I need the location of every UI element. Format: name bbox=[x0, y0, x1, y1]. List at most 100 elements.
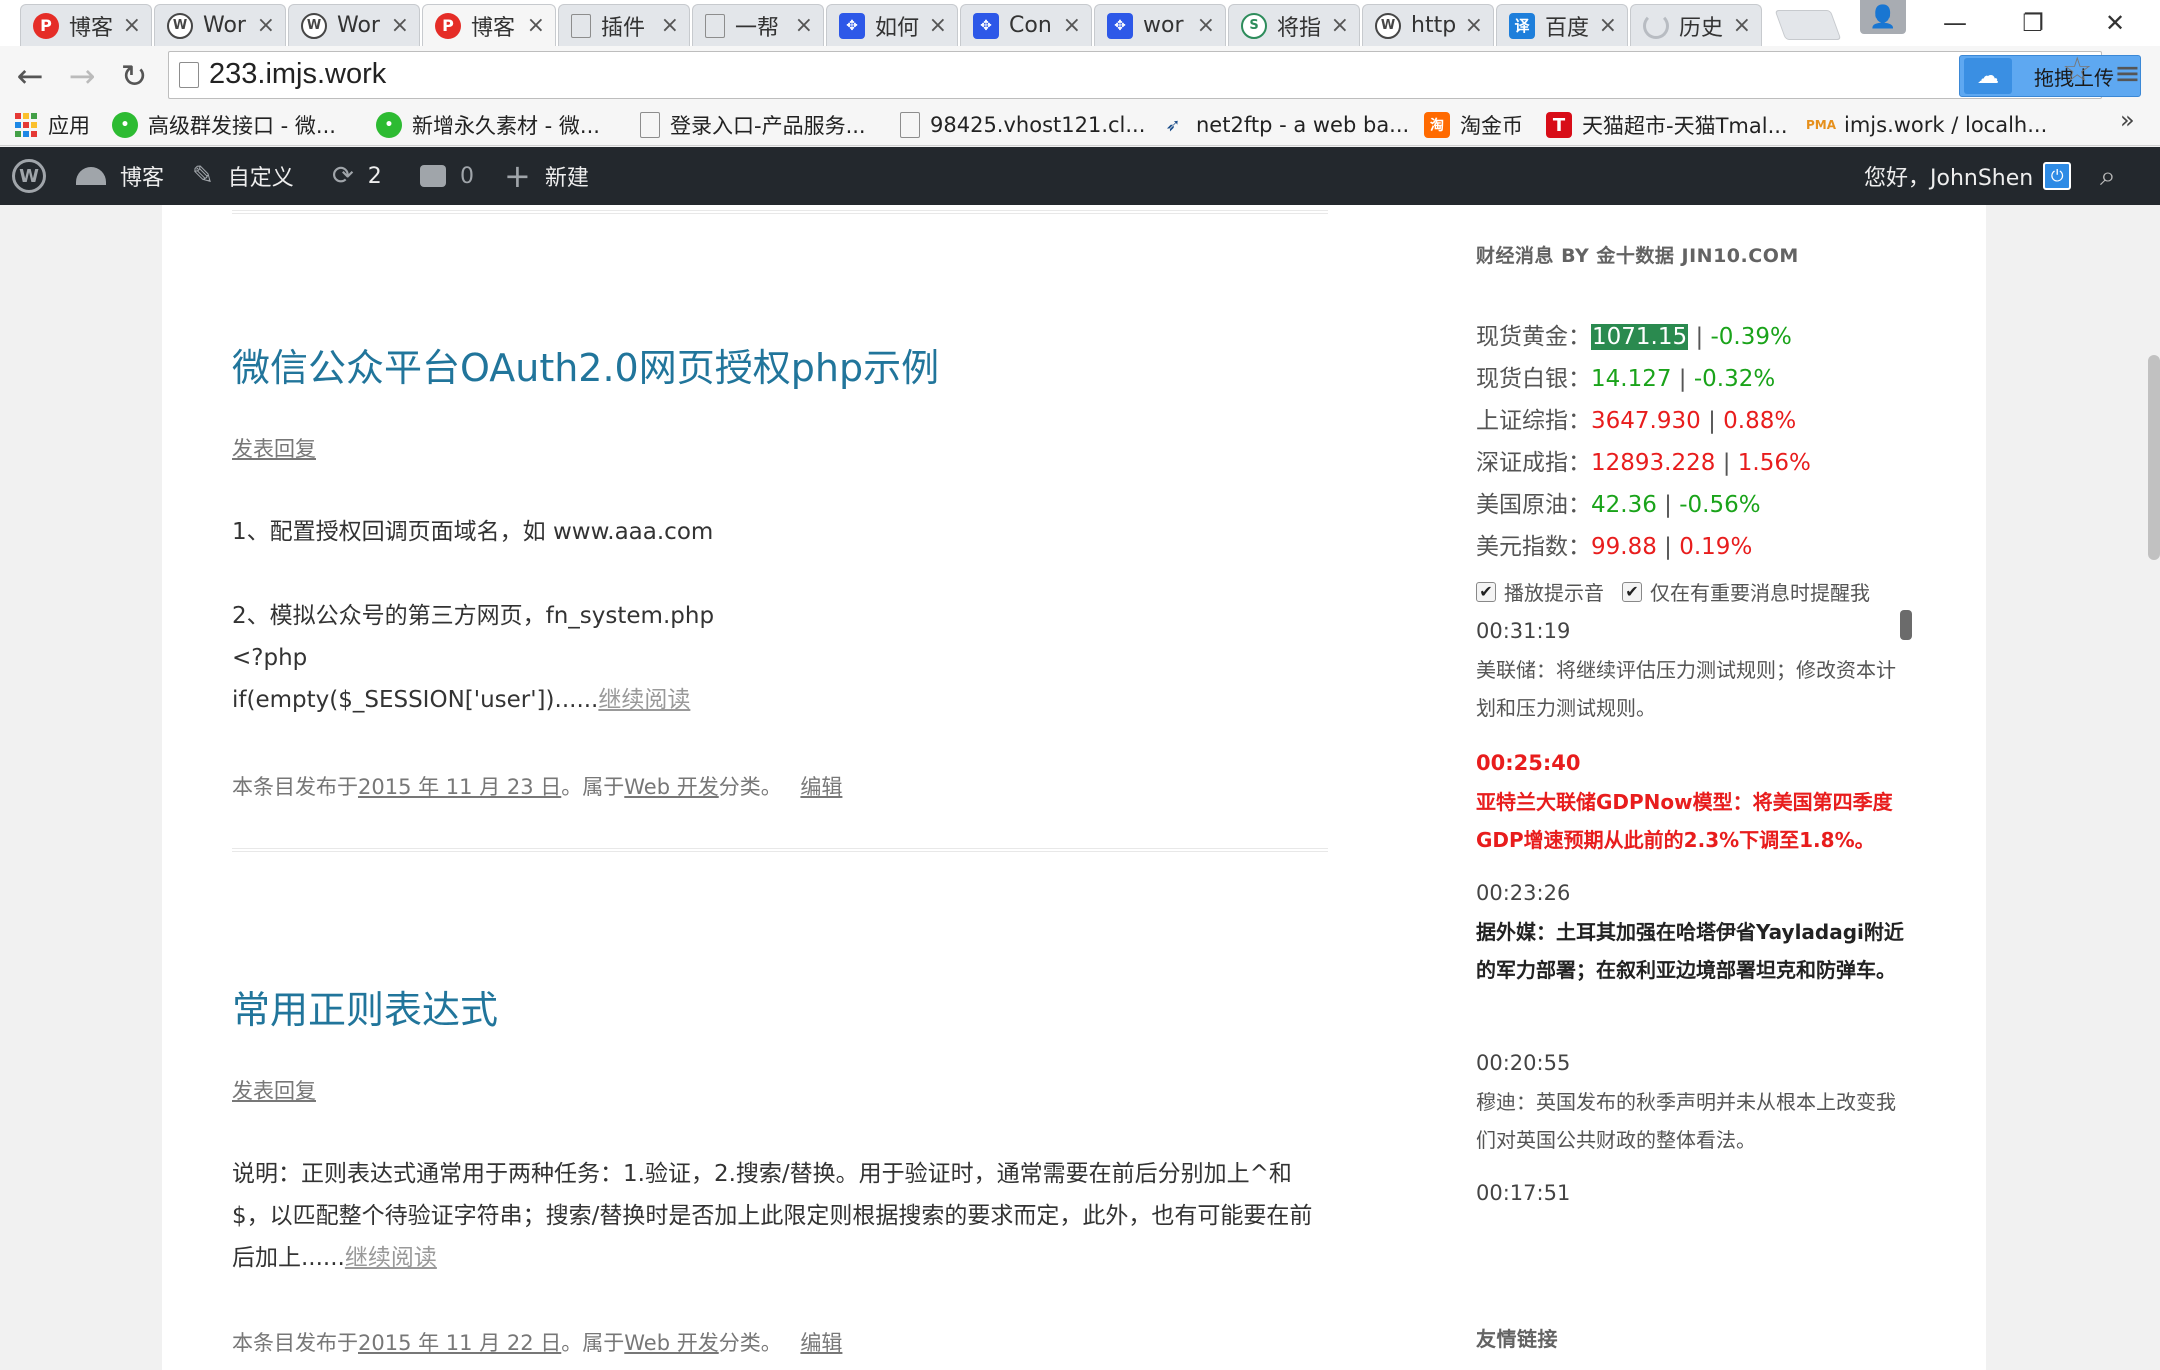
wp-logo-button[interactable]: W bbox=[12, 147, 46, 205]
close-tab-icon[interactable]: × bbox=[1593, 13, 1617, 38]
category-link[interactable]: Web 开发 bbox=[624, 1331, 718, 1355]
browser-tab[interactable]: 译 百度 × bbox=[1496, 4, 1628, 46]
divider bbox=[232, 210, 1328, 214]
profile-icon[interactable]: 👤 bbox=[1860, 0, 1906, 34]
reload-icon[interactable]: ↻ bbox=[112, 54, 156, 98]
browser-tab[interactable]: ✥ Con × bbox=[960, 4, 1092, 46]
tab-title: 博客 bbox=[69, 15, 114, 41]
edit-link[interactable]: 编辑 bbox=[800, 1331, 842, 1355]
quote-label: 现货黄金： bbox=[1476, 324, 1591, 350]
bookmark-item[interactable]: 淘 淘金币 bbox=[1424, 108, 1523, 142]
quote-label: 现货白银： bbox=[1476, 366, 1591, 392]
address-bar[interactable]: 233.imjs.work ☁ 拖拽上传 bbox=[168, 51, 2141, 99]
browser-tab[interactable]: P 博客 × bbox=[20, 4, 152, 46]
edit-link[interactable]: 编辑 bbox=[800, 775, 842, 799]
page-scrollbar[interactable] bbox=[2146, 205, 2160, 1370]
browser-tab[interactable]: 历史 × bbox=[1630, 4, 1762, 46]
close-tab-icon[interactable]: × bbox=[117, 13, 141, 38]
bookmark-item[interactable]: PMA imjs.work / localh... bbox=[1806, 108, 2047, 142]
bookmarks-overflow-icon[interactable]: » bbox=[2120, 106, 2135, 134]
admin-site-link[interactable]: 博客 bbox=[76, 147, 164, 205]
menu-icon[interactable]: ≡ bbox=[2114, 54, 2141, 92]
admin-account-link[interactable]: 您好，JohnShen ⏻ bbox=[1864, 147, 2072, 205]
admin-customize-link[interactable]: ✎ 自定义 bbox=[192, 147, 294, 205]
minimize-button[interactable]: — bbox=[1920, 0, 1990, 46]
pocket-icon: P bbox=[435, 12, 461, 39]
post-title-link[interactable]: 微信公众平台OAuth2.0网页授权php示例 bbox=[232, 337, 939, 392]
browser-tab[interactable]: W Wor × bbox=[154, 4, 286, 46]
post-date-link[interactable]: 2015 年 11 月 23 日 bbox=[358, 775, 561, 799]
tab-title: 博客 bbox=[471, 15, 516, 41]
updates-count: 2 bbox=[367, 163, 382, 189]
browser-tab[interactable]: S 将指 × bbox=[1228, 4, 1360, 46]
post-date-link[interactable]: 2015 年 11 月 22 日 bbox=[358, 1331, 561, 1355]
url-text[interactable]: 233.imjs.work bbox=[209, 58, 386, 91]
quote-value: 1071.15 bbox=[1591, 324, 1689, 350]
news-text: 据外媒：土耳其加强在哈塔伊省Yayladagi附近的军力部署；在叙利亚边境部署坦… bbox=[1476, 920, 1904, 982]
bookmark-item[interactable]: ➶ net2ftp - a web ba... bbox=[1160, 108, 1409, 142]
close-tab-icon[interactable]: × bbox=[1459, 13, 1483, 38]
bookmark-item[interactable]: • 高级群发接口 - 微... bbox=[112, 108, 336, 142]
news-scrollbar-thumb[interactable] bbox=[1900, 610, 1912, 640]
page-icon bbox=[640, 112, 660, 138]
admin-comments-link[interactable]: 0 bbox=[420, 147, 474, 205]
browser-tab[interactable]: 一帮 × bbox=[692, 4, 824, 46]
reply-link[interactable]: 发表回复 bbox=[232, 433, 316, 463]
greeting-text: 您好，JohnShen bbox=[1864, 166, 2034, 191]
close-tab-icon[interactable]: × bbox=[1191, 13, 1215, 38]
admin-new-link[interactable]: + 新建 bbox=[504, 147, 589, 205]
read-more-link[interactable]: 继续阅读 bbox=[345, 1245, 437, 1271]
restore-button[interactable]: ❐ bbox=[1998, 0, 2068, 46]
close-tab-icon[interactable]: × bbox=[251, 13, 275, 38]
read-more-link[interactable]: 继续阅读 bbox=[598, 687, 690, 713]
wordpress-icon: W bbox=[12, 159, 46, 193]
bookmark-item[interactable]: • 新增永久素材 - 微... bbox=[376, 108, 600, 142]
page-scrollbar-thumb[interactable] bbox=[2148, 355, 2160, 560]
browser-tab[interactable]: ✥ 如何 × bbox=[826, 4, 958, 46]
bookmark-item[interactable]: 登录入口-产品服务... bbox=[640, 108, 866, 142]
admin-site-label: 博客 bbox=[120, 166, 165, 191]
bookmark-star-icon[interactable]: ☆ bbox=[2062, 50, 2092, 90]
tab-title: 历史 bbox=[1679, 15, 1724, 41]
category-link[interactable]: Web 开发 bbox=[624, 775, 718, 799]
close-tab-icon[interactable]: × bbox=[1325, 13, 1349, 38]
sound-alert-checkbox-row[interactable]: ✔ 播放提示音 ✔ 仅在有重要消息时提醒我 bbox=[1476, 577, 1870, 606]
close-window-button[interactable]: ✕ bbox=[2080, 0, 2150, 46]
bookmark-apps[interactable]: 应用 bbox=[14, 108, 90, 142]
quote-value: 12893.228 bbox=[1591, 450, 1716, 476]
close-tab-icon[interactable]: × bbox=[1057, 13, 1081, 38]
browser-tab[interactable]: ✥ wor × bbox=[1094, 4, 1226, 46]
close-tab-icon[interactable]: × bbox=[789, 13, 813, 38]
forward-arrow-icon[interactable]: → bbox=[60, 54, 104, 98]
post-title-link[interactable]: 常用正则表达式 bbox=[232, 979, 498, 1034]
post-meta: 本条目发布于2015 年 11 月 22 日。属于Web 开发分类。 编辑 bbox=[232, 1327, 842, 1357]
admin-updates-link[interactable]: ⟳ 2 bbox=[332, 147, 382, 205]
close-tab-icon[interactable]: × bbox=[923, 13, 947, 38]
admin-search-button[interactable]: ⌕ bbox=[2100, 147, 2116, 205]
quote-change: 0.19% bbox=[1679, 534, 1753, 560]
browser-tab[interactable]: 插件 × bbox=[558, 4, 690, 46]
checkbox-checked-icon[interactable]: ✔ bbox=[1622, 581, 1642, 602]
bookmark-item[interactable]: T 天猫超市-天猫Tmal... bbox=[1546, 108, 1788, 142]
quote-value: 3647.930 bbox=[1591, 408, 1701, 434]
brush-icon: ✎ bbox=[192, 161, 214, 191]
new-tab-button[interactable] bbox=[1774, 10, 1842, 40]
browser-tab[interactable]: W Wor × bbox=[288, 4, 420, 46]
post-paragraph: <?php bbox=[232, 645, 308, 671]
close-tab-icon[interactable]: × bbox=[655, 13, 679, 38]
checkbox-checked-icon[interactable]: ✔ bbox=[1476, 581, 1496, 602]
reply-link[interactable]: 发表回复 bbox=[232, 1075, 316, 1105]
close-tab-icon[interactable]: × bbox=[521, 13, 545, 38]
close-tab-icon[interactable]: × bbox=[385, 13, 409, 38]
meta-prefix: 本条目发布于 bbox=[232, 775, 358, 799]
quote-label: 上证综指： bbox=[1476, 408, 1591, 434]
news-text: 亚特兰大联储GDPNow模型：将美国第四季度GDP增速预期从此前的2.3%下调至… bbox=[1476, 790, 1893, 852]
bookmark-item[interactable]: 98425.vhost121.cl... bbox=[900, 108, 1145, 142]
bookmark-label: net2ftp - a web ba... bbox=[1196, 113, 1410, 137]
close-tab-icon[interactable]: × bbox=[1727, 13, 1751, 38]
browser-tab-active[interactable]: P 博客 × bbox=[422, 4, 556, 46]
plus-icon: + bbox=[504, 157, 531, 195]
baidu-paw-icon: ✥ bbox=[973, 12, 999, 39]
browser-tab[interactable]: W http × bbox=[1362, 4, 1494, 46]
back-arrow-icon[interactable]: ← bbox=[8, 54, 52, 98]
